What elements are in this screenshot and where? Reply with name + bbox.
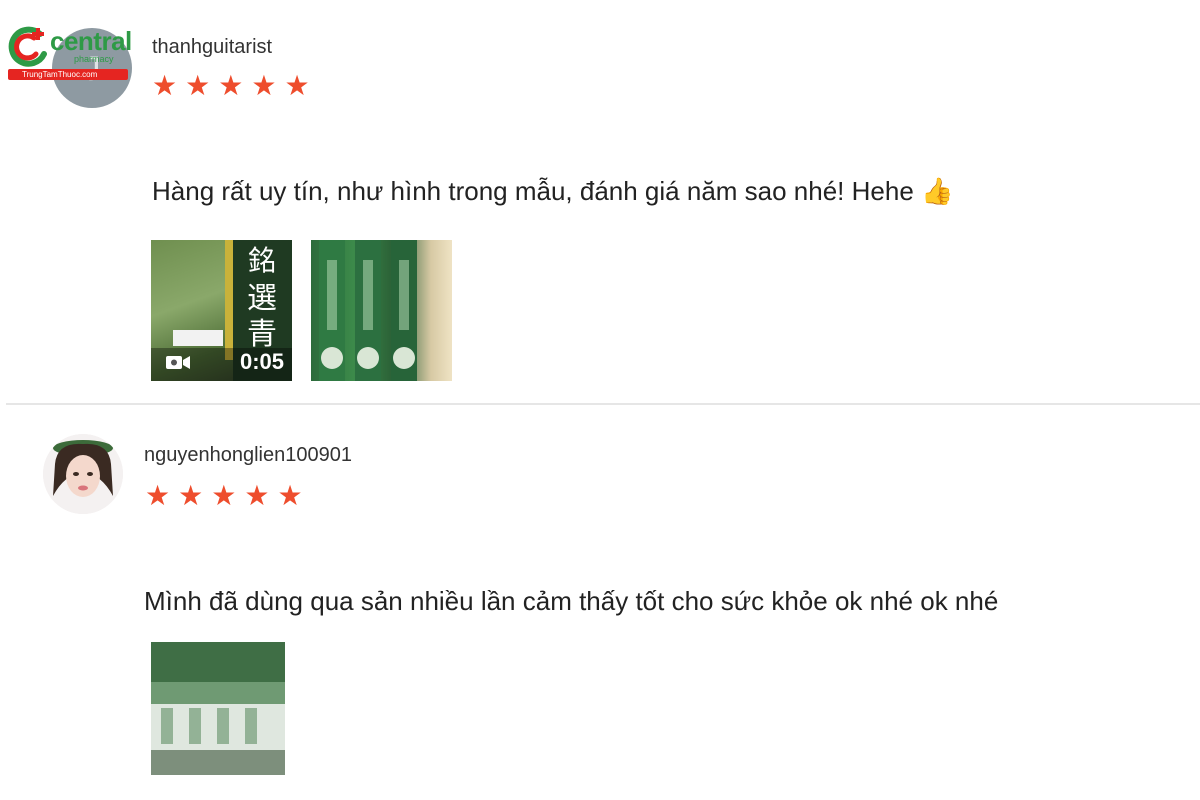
review-comment: Mình đã dùng qua sản nhiều lần cảm thấy … [144,586,999,616]
svg-text:青: 青 [247,317,277,352]
pharmacy-logo: central pharmacy TrungTamThuoc.com [6,24,132,82]
star-icon: ★ [211,480,237,511]
video-camera-icon [166,356,190,369]
review-item: nguyenhonglien100901 ★ ★ ★ ★ ★ Mình đã d… [0,406,1200,800]
video-duration: 0:05 [239,349,284,374]
review-item: J central pharmacy TrungTamThuoc.com tha… [0,0,1200,400]
rating-stars: ★ ★ ★ ★ ★ [152,72,310,100]
user-photo-avatar [43,434,123,514]
product-photo-image [151,642,285,775]
star-icon: ★ [145,480,171,511]
svg-text:選: 選 [247,281,277,316]
logo-banner: TrungTamThuoc.com [8,69,128,80]
review-photo-thumbnail[interactable] [311,240,452,381]
logo-subtitle: pharmacy [74,54,114,64]
star-icon: ★ [284,70,310,101]
logo-banner-text: TrungTamThuoc.com [22,70,98,79]
logo-name: central [50,26,132,56]
review-video-thumbnail[interactable]: 銘 選 青 0:05 [151,240,292,381]
star-icon: ★ [152,70,178,101]
review-comment: Hàng rất uy tín, như hình trong mẫu, đán… [152,176,954,206]
svg-text:銘: 銘 [248,244,276,277]
star-icon: ★ [277,480,303,511]
star-icon: ★ [178,480,204,511]
star-icon: ★ [185,70,211,101]
avatar[interactable] [43,434,123,514]
reviewer-username[interactable]: nguyenhonglien100901 [144,444,352,467]
star-icon: ★ [244,480,270,511]
review-photo-thumbnail[interactable] [151,642,285,775]
logo-mark-icon [8,26,47,67]
star-icon: ★ [251,70,277,101]
star-icon: ★ [218,70,244,101]
review-divider [6,403,1200,405]
reviewer-username[interactable]: thanhguitarist [152,36,272,59]
product-photo-image [319,240,417,381]
rating-stars: ★ ★ ★ ★ ★ [145,482,303,510]
